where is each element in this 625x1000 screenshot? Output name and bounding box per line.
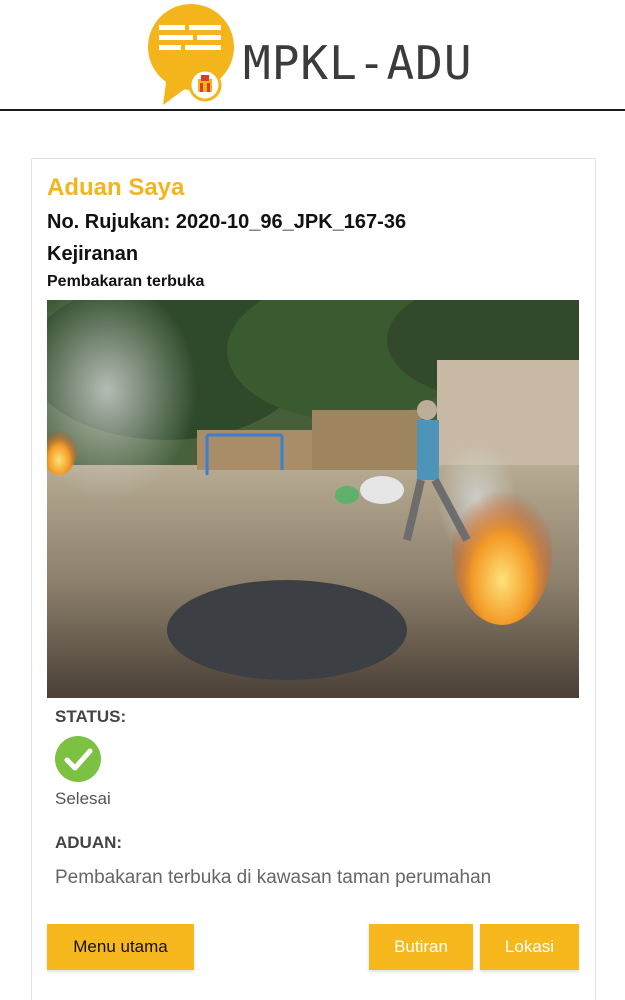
speech-bubble-logo-icon [148, 4, 234, 105]
app-header: MPKL-ADU [0, 0, 625, 112]
aduan-description: Pembakaran terbuka di kawasan taman peru… [55, 867, 492, 888]
reference-number: No. Rujukan: 2020-10_96_JPK_167-36 [47, 211, 407, 233]
location-button[interactable]: Lokasi [480, 924, 579, 970]
complaint-subcategory: Pembakaran terbuka [47, 273, 205, 290]
app-name: MPKL-ADU [243, 36, 473, 90]
page-title: Aduan Saya [47, 174, 185, 201]
main-menu-button[interactable]: Menu utama [47, 924, 194, 970]
complaint-category: Kejiranan [47, 243, 139, 265]
header-divider [0, 109, 625, 111]
details-button[interactable]: Butiran [369, 924, 473, 970]
status-value: Selesai [55, 789, 111, 808]
complaint-photo [47, 300, 579, 698]
status-label: STATUS: [55, 707, 127, 726]
aduan-label: ADUAN: [55, 833, 123, 852]
check-circle-icon [55, 736, 101, 782]
